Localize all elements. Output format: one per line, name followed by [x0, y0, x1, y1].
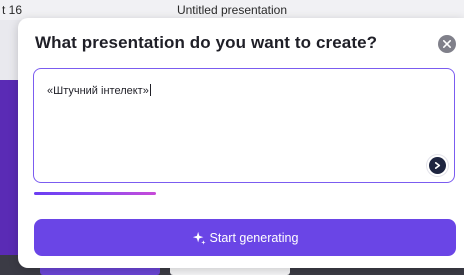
close-button[interactable]	[438, 35, 456, 53]
close-icon	[443, 40, 451, 48]
app-header: t 16 Untitled presentation	[0, 0, 464, 20]
prompt-text-value: «Штучний інтелект»	[47, 85, 149, 97]
assistant-button[interactable]	[427, 155, 448, 176]
text-caret	[149, 84, 151, 96]
document-title[interactable]: Untitled presentation	[0, 3, 464, 17]
dialog-title: What presentation do you want to create?	[35, 33, 378, 52]
start-generating-button[interactable]: Start generating	[34, 219, 456, 256]
prompt-input[interactable]: «Штучний інтелект»	[33, 68, 455, 183]
create-presentation-dialog: What presentation do you want to create?…	[18, 18, 464, 268]
generation-progress-bar	[34, 192, 156, 195]
assistant-logo-icon	[429, 157, 446, 174]
start-generating-label: Start generating	[209, 230, 299, 245]
sparkle-icon	[192, 231, 206, 245]
